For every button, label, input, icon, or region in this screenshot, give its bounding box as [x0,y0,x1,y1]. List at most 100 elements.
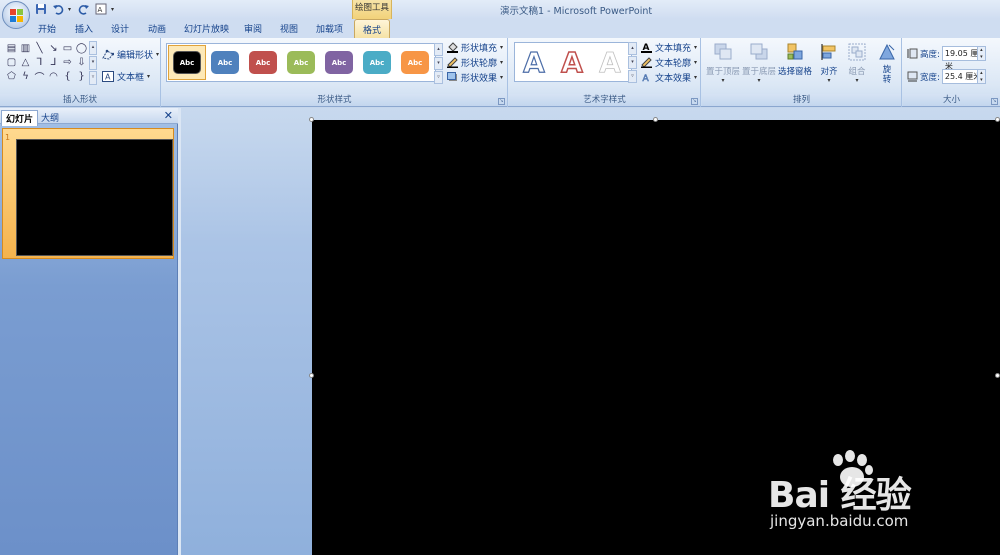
elbow-arrow-shape-icon[interactable]: ⅃ [47,56,60,69]
undo-dropdown-icon[interactable]: ▾ [68,6,74,13]
save-icon[interactable] [34,2,48,16]
watermark-main-text: Bai 经验 [768,475,912,516]
height-value: 19.05 厘米 [944,49,979,71]
shape-effects-button[interactable]: 形状效果 ▾ [447,71,503,84]
slide-thumbnail-selected[interactable]: 1 [2,128,174,259]
chevron-down-icon: ▾ [694,44,698,51]
resize-handle-top-left[interactable] [309,117,314,122]
shape-outline-button[interactable]: 形状轮廓 ▾ [447,56,503,69]
scroll-up-icon[interactable]: ▴ [89,41,97,55]
title-bar: ▾ A ▾ 绘图工具 演示文稿1 - Microsoft PowerPoint [0,0,1000,19]
curve-shape-icon[interactable]: ⌒ [33,70,46,84]
shape-style-gallery-scroll[interactable]: ▴ ▾ ▿ [434,43,443,84]
group-button[interactable]: 组合 ▾ [846,41,868,84]
tab-home[interactable]: 开始 [38,22,56,35]
wordart-gallery: A A A [514,42,632,82]
right-brace-shape-icon[interactable]: } [75,70,88,83]
resize-handle-top-right[interactable] [995,117,1000,122]
scroll-up-icon[interactable]: ▴ [628,42,637,55]
scroll-up-icon[interactable]: ▴ [434,43,443,56]
tab-slides[interactable]: 幻灯片 [1,110,39,126]
bring-to-front-label: 置于顶层 [706,67,741,77]
tab-review[interactable]: 审阅 [244,22,262,35]
shape-style-swatch[interactable]: Abc [396,45,434,80]
shape-style-swatch[interactable]: Abc [358,45,396,80]
align-button[interactable]: 对齐 ▾ [818,41,840,84]
text-fill-icon: A [641,42,652,53]
group-label-wordart-styles: 艺术字样式 [509,94,700,106]
wordart-gallery-scroll[interactable]: ▴ ▾ ▿ [628,42,637,83]
width-spinner[interactable]: ▴ ▾ [976,70,985,83]
vertical-textbox-shape-icon[interactable]: ▥ [19,42,32,55]
text-outline-button[interactable]: 文本轮廓 ▾ [641,56,697,69]
selection-pane-button[interactable]: 选择窗格 [778,41,812,77]
down-arrow-shape-icon[interactable]: ⇩ [75,56,88,69]
rotate-button[interactable]: 旋转 [876,41,898,85]
resize-handle-right[interactable] [995,373,1000,378]
undo-icon[interactable] [51,2,65,16]
text-effects-button[interactable]: A 文本效果 ▾ [641,71,697,84]
scroll-down-icon[interactable]: ▾ [89,56,97,70]
bring-to-front-button[interactable]: 置于顶层 ▾ [706,41,740,84]
tab-slideshow[interactable]: 幻灯片放映 [184,22,229,35]
resize-handle-left[interactable] [309,373,314,378]
close-icon[interactable]: ✕ [164,109,173,122]
office-button[interactable] [2,1,30,29]
width-field[interactable]: 25.4 厘米 ▴ ▾ [941,69,986,84]
tab-insert[interactable]: 插入 [75,22,93,35]
height-field[interactable]: 19.05 厘米 ▴ ▾ [941,46,986,71]
ribbon: ▤ ▥ ╲ ↘ ▭ ◯ ▢ △ ⅂ ⅃ ⇨ ⇩ ⬠ ϟ ⌒ ◠ { } ▴ ▾ … [0,38,1000,107]
left-brace-shape-icon[interactable]: { [61,70,74,83]
office-logo-icon [10,9,23,22]
chevron-down-icon: ▾ [855,77,859,84]
rectangle-shape-icon[interactable]: ▭ [61,42,74,55]
tab-animations[interactable]: 动画 [148,22,166,35]
arrow-line-shape-icon[interactable]: ↘ [47,42,60,55]
scroll-down-icon[interactable]: ▾ [628,56,637,69]
shape-style-sample: Abc [325,51,353,74]
resize-handle-top[interactable] [653,117,658,122]
edit-shape-button[interactable]: 编辑形状 ▾ [101,48,159,61]
wordart-styles-dialog-launcher[interactable]: ↘ [691,98,698,105]
shape-style-swatch[interactable]: Abc [168,45,206,80]
shape-styles-dialog-launcher[interactable]: ↘ [498,98,505,105]
slide-thumbnail-image[interactable] [16,139,173,256]
oval-shape-icon[interactable]: ◯ [75,42,88,55]
gallery-more-icon[interactable]: ▿ [628,70,637,83]
scroll-down-icon[interactable]: ▾ [434,57,443,70]
pentagon-shape-icon[interactable]: ⬠ [5,70,18,83]
right-arrow-shape-icon[interactable]: ⇨ [61,56,74,69]
wordart-style-outline-gray[interactable]: A [591,43,629,81]
redo-icon[interactable] [77,2,91,16]
shape-fill-button[interactable]: 形状填充 ▾ [447,41,503,54]
text-box-button[interactable]: A 文本框 ▾ [101,70,150,83]
text-fill-button[interactable]: A 文本填充 ▾ [641,41,697,54]
tab-addins[interactable]: 加载项 [316,22,343,35]
shape-style-swatch[interactable]: Abc [206,45,244,80]
triangle-shape-icon[interactable]: △ [19,56,32,69]
panel-tabs: 幻灯片 大纲 ✕ [0,108,178,126]
line-shape-icon[interactable]: ╲ [33,42,46,55]
arc-shape-icon[interactable]: ◠ [47,70,60,83]
shape-style-swatch[interactable]: Abc [244,45,282,80]
textbox-shape-icon[interactable]: ▤ [5,42,18,55]
gallery-more-icon[interactable]: ▿ [434,71,443,84]
tab-format[interactable]: 格式 [354,19,391,38]
gallery-more-icon[interactable]: ▿ [89,71,97,85]
shapes-gallery-scroll[interactable]: ▴ ▾ ▿ [89,41,97,85]
qat-customize-icon[interactable]: ▾ [111,6,117,13]
send-to-back-button[interactable]: 置于底层 ▾ [742,41,776,84]
rounded-rectangle-shape-icon[interactable]: ▢ [5,56,18,69]
lightning-shape-icon[interactable]: ϟ [19,70,32,83]
format-painter-icon[interactable]: A [94,2,108,16]
wordart-style-outline-blue[interactable]: A [515,43,553,81]
shape-style-swatch[interactable]: Abc [320,45,358,80]
shape-style-swatch[interactable]: Abc [282,45,320,80]
height-spinner[interactable]: ▴ ▾ [976,47,985,60]
tab-view[interactable]: 视图 [280,22,298,35]
tab-design[interactable]: 设计 [111,22,129,35]
tab-outline[interactable]: 大纲 [37,110,63,125]
size-dialog-launcher[interactable]: ↘ [991,98,998,105]
wordart-style-outline-red[interactable]: A [553,43,591,81]
elbow-connector-shape-icon[interactable]: ⅂ [33,56,46,69]
